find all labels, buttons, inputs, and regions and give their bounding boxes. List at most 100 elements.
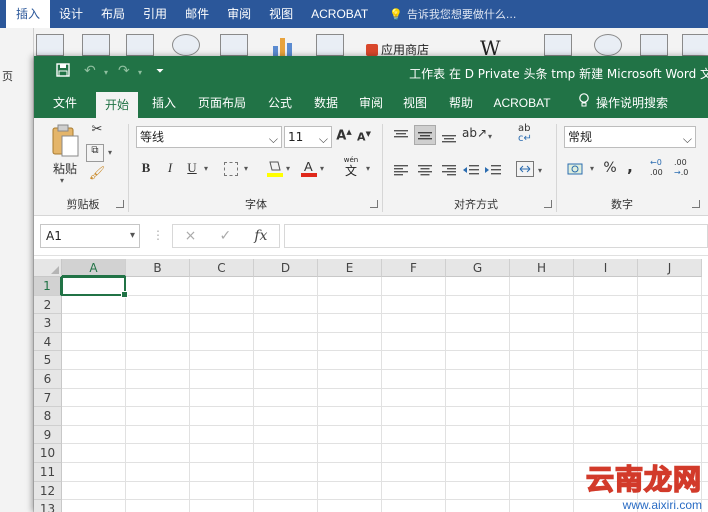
column-header-a[interactable]: A xyxy=(62,259,126,277)
align-top-icon[interactable] xyxy=(392,128,410,144)
tab-review[interactable]: 审阅 xyxy=(352,88,390,118)
column-header-h[interactable]: H xyxy=(510,259,574,277)
merge-dropdown-icon[interactable]: ▾ xyxy=(538,166,542,175)
video-icon[interactable] xyxy=(544,34,572,56)
row-header-2[interactable]: 2 xyxy=(34,295,62,315)
shrink-font-button[interactable]: A▼ xyxy=(356,130,372,144)
formula-input[interactable] xyxy=(284,224,708,248)
select-all-button[interactable] xyxy=(34,259,62,277)
cross-reference-icon[interactable] xyxy=(682,34,708,56)
insert-function-icon[interactable]: fx xyxy=(254,228,267,244)
row-header-9[interactable]: 9 xyxy=(34,425,62,445)
tab-view[interactable]: 视图 xyxy=(396,88,434,118)
font-launcher[interactable] xyxy=(370,200,378,208)
row-header-4[interactable]: 4 xyxy=(34,332,62,352)
row-header-13[interactable]: 13 xyxy=(34,500,62,512)
row-header-3[interactable]: 3 xyxy=(34,314,62,333)
alignment-launcher[interactable] xyxy=(544,200,552,208)
row-header-1[interactable]: 1 xyxy=(34,277,62,296)
increase-indent-icon[interactable] xyxy=(484,162,502,178)
font-color-dropdown-icon[interactable]: ▾ xyxy=(320,164,324,173)
bookmark-icon[interactable] xyxy=(640,34,668,56)
row-header-6[interactable]: 6 xyxy=(34,370,62,389)
borders-icon[interactable] xyxy=(224,162,238,176)
grow-font-button[interactable]: A▲ xyxy=(336,128,352,143)
column-header-e[interactable]: E xyxy=(318,259,382,277)
tab-help[interactable]: 帮助 xyxy=(442,88,480,118)
word-tab-review[interactable]: 审阅 xyxy=(218,0,260,28)
paste-icon[interactable] xyxy=(50,124,80,158)
active-cell[interactable] xyxy=(61,276,128,298)
align-right-icon[interactable] xyxy=(440,162,458,178)
phonetic-dropdown-icon[interactable]: ▾ xyxy=(366,164,370,173)
borders-dropdown-icon[interactable]: ▾ xyxy=(244,164,248,173)
underline-button[interactable]: U xyxy=(184,160,200,176)
column-header-f[interactable]: F xyxy=(382,259,446,277)
formula-bar-grip-icon[interactable]: ⋮ xyxy=(152,228,164,242)
table-icon[interactable] xyxy=(36,34,64,56)
redo-icon[interactable]: ↷ xyxy=(118,63,130,79)
align-bottom-icon[interactable] xyxy=(440,128,458,144)
column-header-c[interactable]: C xyxy=(190,259,254,277)
name-box[interactable]: A1 ▾ xyxy=(40,224,140,248)
fill-color-icon[interactable] xyxy=(266,158,284,178)
decrease-decimal-button[interactable]: .00 →.0 xyxy=(674,158,696,180)
orientation-icon[interactable]: ab↗ xyxy=(462,126,487,140)
number-launcher[interactable] xyxy=(692,200,700,208)
tab-acrobat[interactable]: ACROBAT xyxy=(486,88,558,118)
tab-file[interactable]: 文件 xyxy=(42,88,88,118)
word-tab-mailings[interactable]: 邮件 xyxy=(176,0,218,28)
word-tab-view[interactable]: 视图 xyxy=(260,0,302,28)
cut-icon[interactable]: ✂ xyxy=(88,122,106,137)
column-header-i[interactable]: I xyxy=(574,259,638,277)
format-painter-icon[interactable]: 🖌 xyxy=(88,166,106,181)
row-header-12[interactable]: 12 xyxy=(34,481,62,501)
orientation-dropdown-icon[interactable]: ▾ xyxy=(488,132,492,141)
word-tab-acrobat[interactable]: ACROBAT xyxy=(302,0,377,28)
picture-icon[interactable] xyxy=(82,34,110,56)
save-icon[interactable] xyxy=(56,63,70,81)
online-picture-icon[interactable] xyxy=(126,34,154,56)
row-header-5[interactable]: 5 xyxy=(34,351,62,370)
font-name-select[interactable]: 等线 ⌵ xyxy=(136,126,282,148)
tab-page-layout[interactable]: 页面布局 xyxy=(190,88,254,118)
italic-button[interactable]: I xyxy=(162,160,178,176)
cancel-icon[interactable]: × xyxy=(185,228,197,244)
word-tell-me[interactable]: 💡 告诉我您想要做什么... xyxy=(389,6,516,22)
bold-button[interactable]: B xyxy=(138,160,154,176)
underline-dropdown-icon[interactable]: ▾ xyxy=(204,164,208,173)
tab-formulas[interactable]: 公式 xyxy=(260,88,300,118)
undo-icon[interactable]: ↶ xyxy=(84,63,96,79)
tab-data[interactable]: 数据 xyxy=(306,88,346,118)
wrap-text-icon[interactable]: ab c↵ xyxy=(518,124,538,148)
percent-button[interactable]: % xyxy=(602,160,618,176)
chart-icon[interactable] xyxy=(270,36,296,58)
font-size-select[interactable]: 11 ⌵ xyxy=(284,126,332,148)
smartart-icon[interactable] xyxy=(220,34,248,56)
merge-center-icon[interactable] xyxy=(516,161,534,177)
copy-dropdown-icon[interactable]: ▾ xyxy=(108,148,112,157)
column-header-g[interactable]: G xyxy=(446,259,510,277)
row-header-10[interactable]: 10 xyxy=(34,444,62,463)
comma-button[interactable]: , xyxy=(624,158,636,176)
accounting-dropdown-icon[interactable]: ▾ xyxy=(590,164,594,173)
tab-home[interactable]: 开始 xyxy=(96,92,138,118)
align-center-icon[interactable] xyxy=(416,162,434,178)
row-header-7[interactable]: 7 xyxy=(34,388,62,408)
word-tab-references[interactable]: 引用 xyxy=(134,0,176,28)
align-left-icon[interactable] xyxy=(392,162,410,178)
font-color-icon[interactable]: A xyxy=(300,158,318,178)
column-header-d[interactable]: D xyxy=(254,259,318,277)
number-format-select[interactable]: 常规 ⌵ xyxy=(564,126,696,148)
screenshot-icon[interactable] xyxy=(316,34,344,56)
align-middle-icon[interactable] xyxy=(414,125,436,145)
row-header-8[interactable]: 8 xyxy=(34,407,62,426)
shapes-icon[interactable] xyxy=(172,34,200,56)
tell-me-search[interactable]: 操作说明搜索 xyxy=(578,88,668,118)
column-header-b[interactable]: B xyxy=(126,259,190,277)
paste-dropdown-icon[interactable]: ▾ xyxy=(60,176,64,185)
globe-icon[interactable] xyxy=(594,34,622,56)
undo-dropdown-icon[interactable]: ▾ xyxy=(104,68,108,77)
phonetic-guide-icon[interactable]: wén 文 xyxy=(340,156,362,180)
paste-button[interactable]: 粘贴 xyxy=(50,160,80,177)
